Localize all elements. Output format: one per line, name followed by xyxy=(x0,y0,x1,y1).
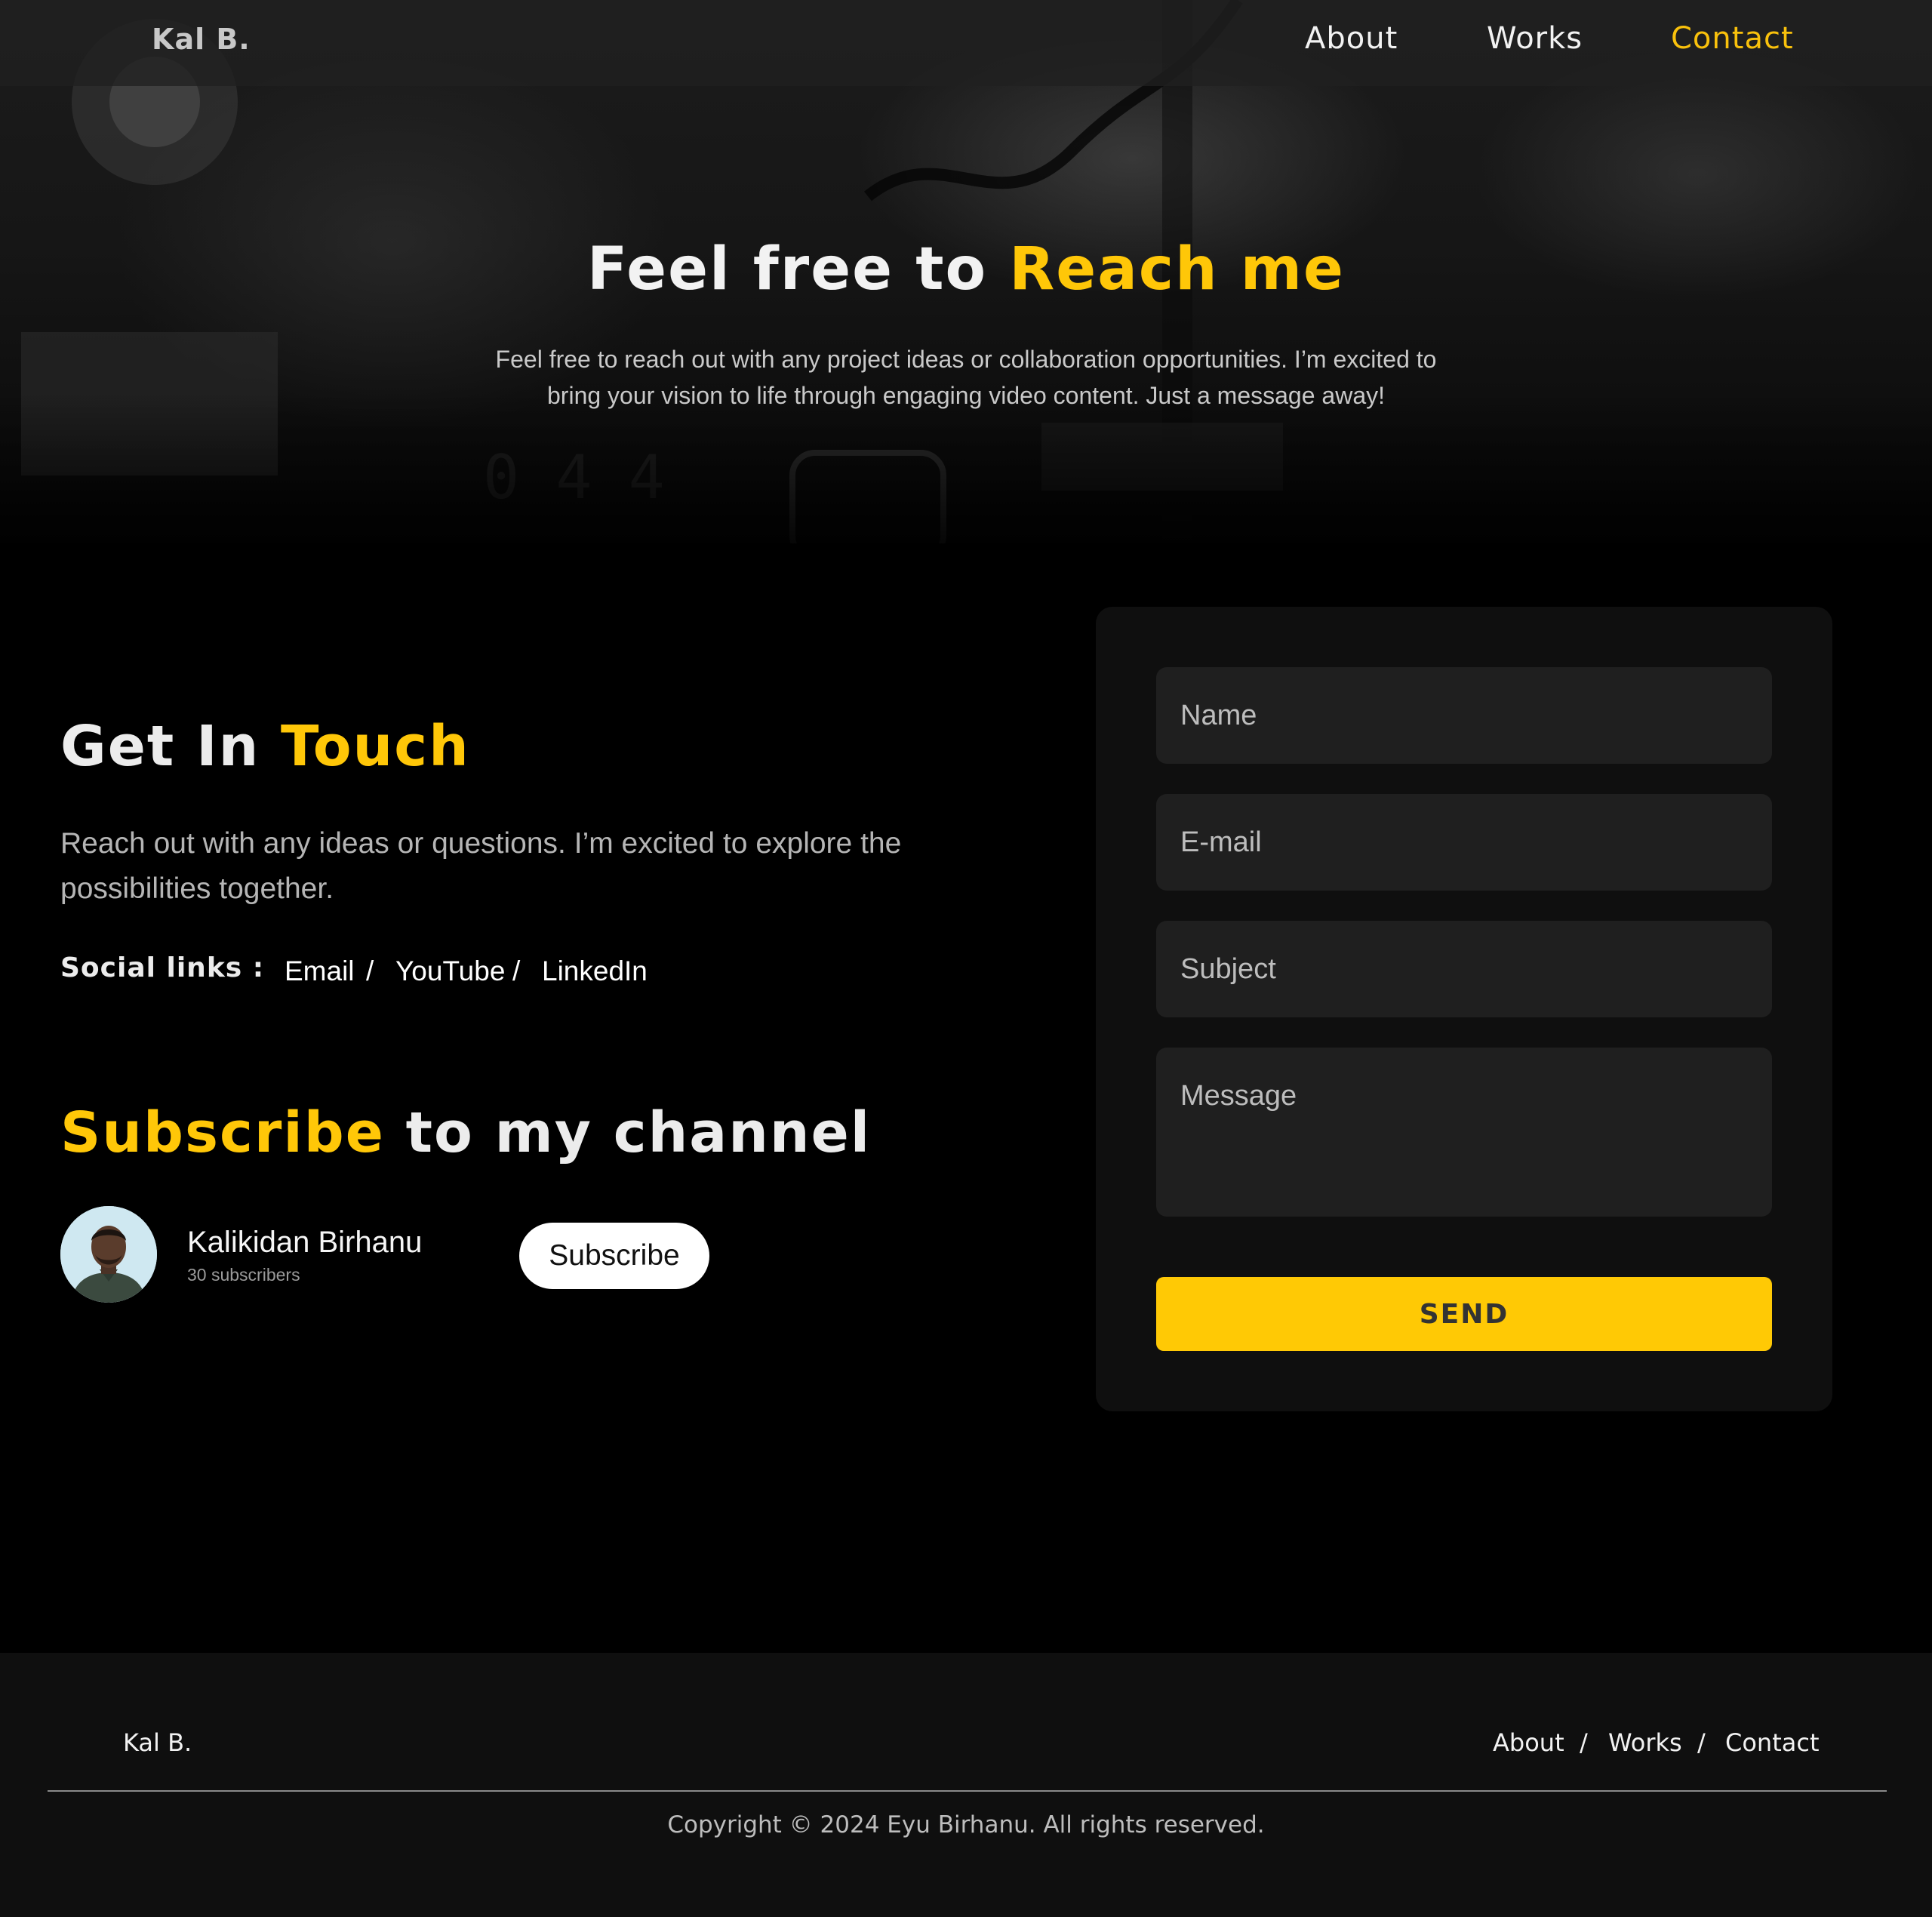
footer-divider xyxy=(48,1790,1887,1792)
subscribe-heading: Subscribe to my channel xyxy=(60,1100,872,1165)
hero-title: Feel free to Reach me xyxy=(587,235,1345,303)
social-separator: / xyxy=(512,955,521,986)
footer: Kal B. About / Works / Contact Copyright… xyxy=(0,1653,1932,1917)
footer-link-about[interactable]: About xyxy=(1493,1728,1564,1757)
contact-form: SEND xyxy=(1096,607,1832,1411)
social-link-linkedin[interactable]: LinkedIn xyxy=(542,955,648,987)
send-button[interactable]: SEND xyxy=(1156,1277,1772,1351)
subject-input[interactable] xyxy=(1156,921,1772,1017)
channel-name: Kalikidan Birhanu xyxy=(187,1226,423,1259)
social-link-youtube[interactable]: YouTube xyxy=(395,955,505,987)
nav-link-about[interactable]: About xyxy=(1305,21,1398,56)
subscriber-count: 30 subscribers xyxy=(187,1265,300,1285)
footer-logo[interactable]: Kal B. xyxy=(123,1728,192,1757)
top-navbar: Kal B. About Works Contact xyxy=(0,0,1932,86)
nav-link-contact[interactable]: Contact xyxy=(1671,21,1794,56)
footer-link-contact[interactable]: Contact xyxy=(1725,1728,1820,1757)
get-in-touch-highlight: Touch xyxy=(281,714,470,779)
hero-title-highlight: Reach me xyxy=(1009,235,1345,303)
email-input[interactable] xyxy=(1156,794,1772,891)
social-links-label: Social links : xyxy=(60,952,265,983)
channel-avatar[interactable] xyxy=(60,1206,157,1303)
copyright-text: Copyright © 2024 Eyu Birhanu. All rights… xyxy=(667,1811,1265,1839)
name-input[interactable] xyxy=(1156,667,1772,764)
footer-separator: / xyxy=(1697,1728,1706,1757)
social-link-email[interactable]: Email xyxy=(285,955,355,987)
get-in-touch-text: Reach out with any ideas or questions. I… xyxy=(60,827,902,905)
nav-links: About Works Contact xyxy=(0,21,1932,66)
hero-subtitle: Feel free to reach out with any project … xyxy=(495,346,1437,409)
nav-link-works[interactable]: Works xyxy=(1487,21,1583,56)
subscribe-button[interactable]: Subscribe xyxy=(519,1223,709,1289)
subscribe-highlight: Subscribe xyxy=(60,1100,385,1165)
get-in-touch-heading: Get In Touch xyxy=(60,714,470,779)
social-separator: / xyxy=(366,955,374,986)
message-textarea[interactable] xyxy=(1156,1048,1772,1217)
footer-link-works[interactable]: Works xyxy=(1608,1728,1682,1757)
footer-separator: / xyxy=(1580,1728,1588,1757)
contact-page: 0 4 4 Kal B. About Works Contact Feel fr… xyxy=(0,0,1932,1917)
avatar-portrait-icon xyxy=(60,1206,157,1303)
